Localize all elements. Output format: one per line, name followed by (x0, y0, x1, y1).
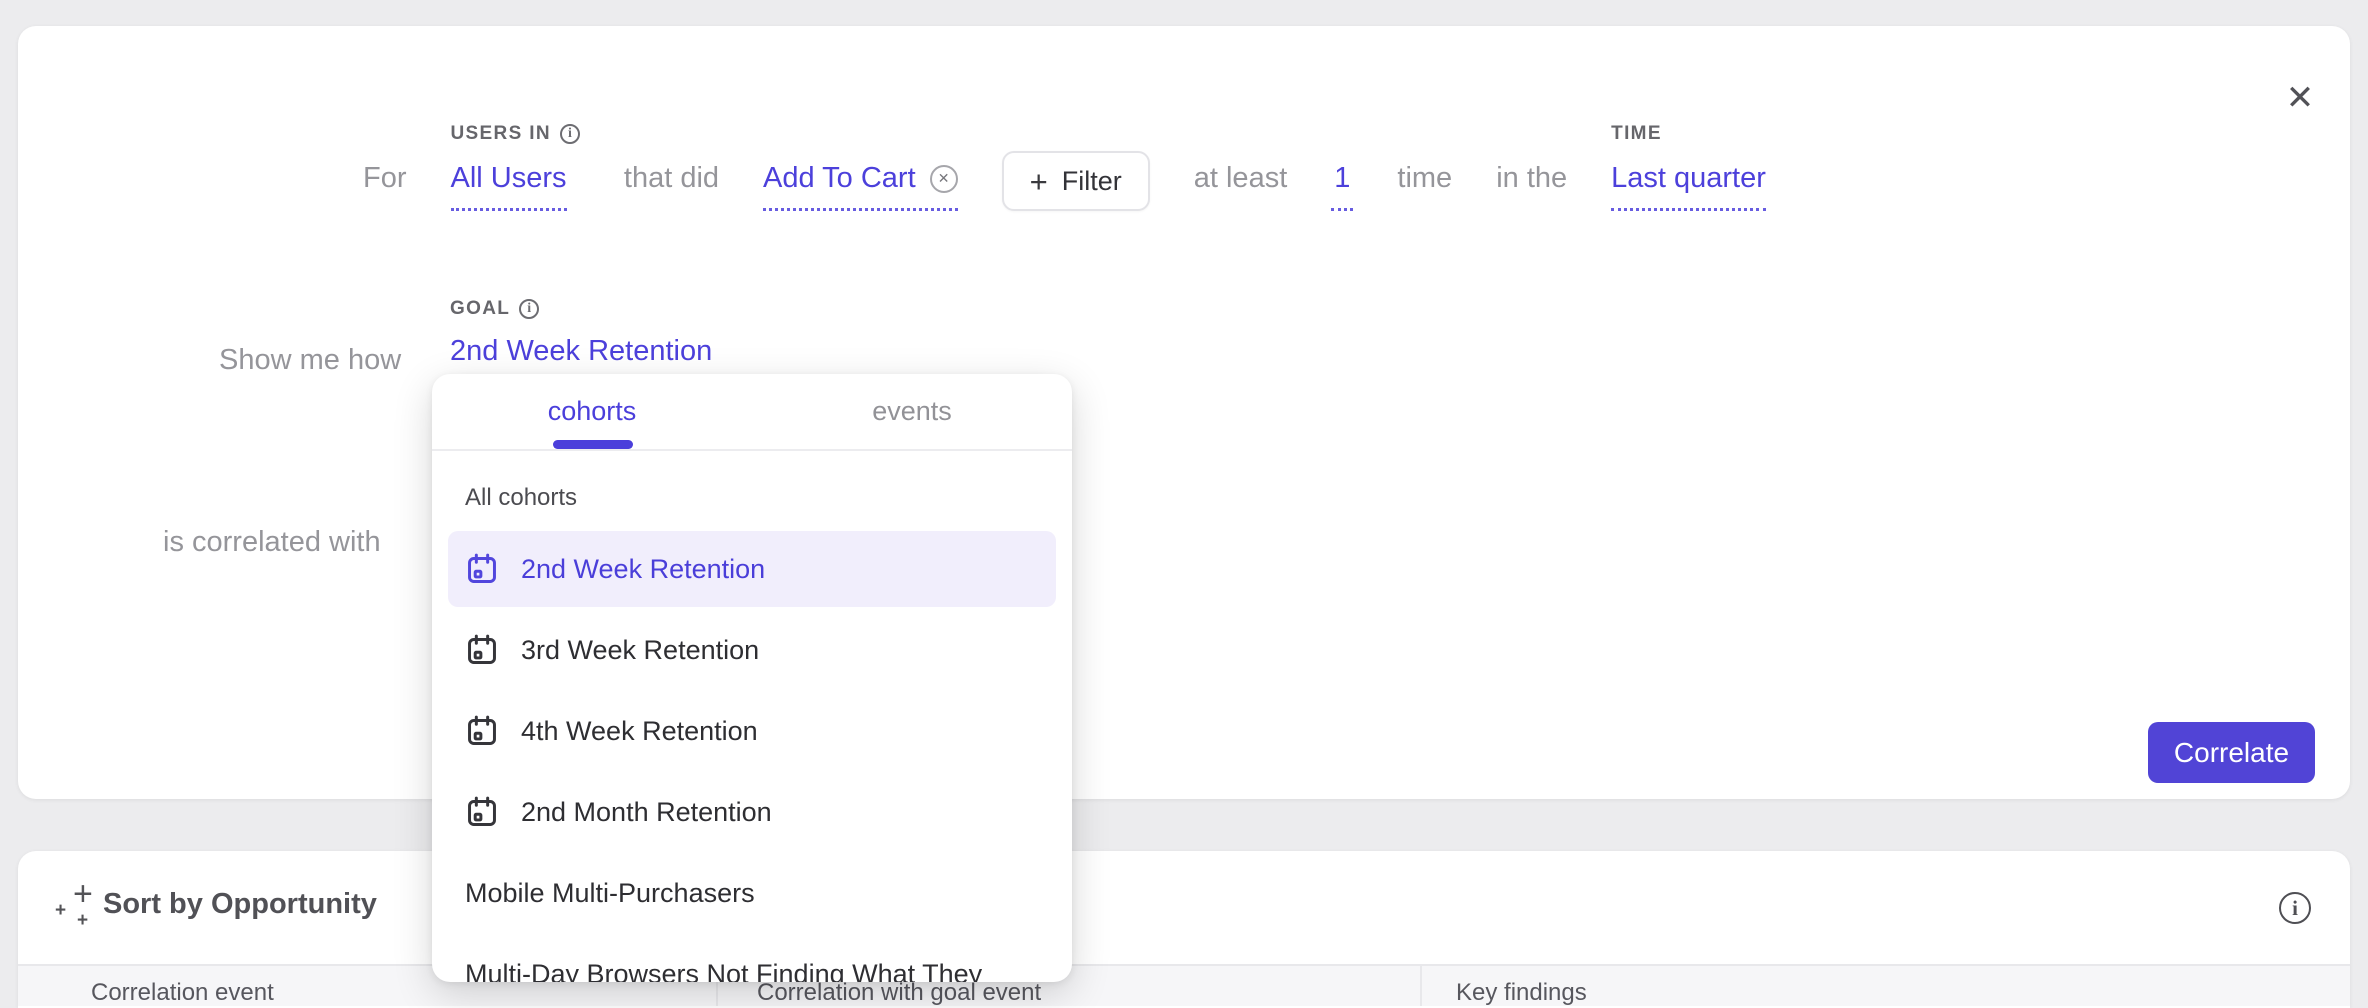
column-divider (1420, 966, 1422, 1006)
add-filter-button[interactable]: + Filter (1002, 151, 1150, 211)
column-header-correlation-event: Correlation event (91, 979, 274, 1007)
cohort-option-label: 4th Week Retention (521, 716, 758, 747)
calendar-icon (465, 552, 499, 586)
time-range-selector[interactable]: Last quarter (1611, 161, 1766, 211)
query-builder-card: ✕ For USERS IN i All Users that did Add … (18, 26, 2350, 799)
results-table-header: Correlation event Correlation with goal … (18, 966, 2350, 1006)
cohort-option[interactable]: 4th Week Retention (448, 693, 1056, 769)
for-text: For (363, 161, 407, 211)
segment-event: Add To Cart ✕ (763, 161, 958, 211)
event-selector[interactable]: Add To Cart ✕ (763, 161, 958, 211)
sparkle-sort-icon: + + + (55, 881, 103, 933)
calendar-icon (465, 714, 499, 748)
at-least-text: at least (1194, 161, 1288, 211)
segment-time-range: TIME Last quarter (1611, 121, 1766, 211)
goal-label-text: GOAL (450, 298, 510, 320)
time-label-text: TIME (1611, 123, 1662, 145)
correlate-screen: ✕ For USERS IN i All Users that did Add … (0, 0, 2368, 1008)
calendar-icon (465, 633, 499, 667)
times-count-selector[interactable]: 1 (1331, 161, 1353, 211)
sparkle-plus-left: + (55, 901, 66, 920)
dropdown-tabs: cohorts events (432, 374, 1072, 451)
remove-event-icon[interactable]: ✕ (930, 165, 958, 193)
cohort-option[interactable]: 2nd Week Retention (448, 531, 1056, 607)
active-tab-indicator (553, 440, 633, 449)
info-icon: i (2279, 892, 2311, 924)
in-the-text: in the (1496, 161, 1567, 211)
segment-for: For (363, 161, 407, 211)
plus-icon: + (1030, 166, 1048, 197)
time-label: TIME (1611, 121, 1662, 147)
calendar-icon (465, 795, 499, 829)
column-header-correlation-with-goal: Correlation with goal event (757, 979, 1041, 1007)
segment-audience: USERS IN i All Users (451, 121, 580, 211)
add-filter-label: Filter (1062, 166, 1122, 197)
close-icon: ✕ (2286, 78, 2315, 118)
segment-in-the: in the (1496, 161, 1567, 211)
cohort-option-label: 2nd Week Retention (521, 554, 765, 585)
segment-time-word: time (1397, 161, 1452, 211)
results-info-button[interactable]: i (2268, 881, 2322, 935)
cohort-option[interactable]: 2nd Month Retention (448, 774, 1056, 850)
info-icon[interactable]: i (560, 124, 580, 144)
sparkle-plus-bottom: + (77, 911, 88, 930)
cohort-option[interactable]: 3rd Week Retention (448, 612, 1056, 688)
tab-cohorts[interactable]: cohorts (432, 374, 752, 449)
sort-row: + + + Sort by Opportunity i (18, 851, 2350, 966)
cohort-option-label: Multi-Day Browsers Not Finding What They (465, 959, 982, 983)
info-icon[interactable]: i (519, 299, 539, 319)
tab-events[interactable]: events (752, 374, 1072, 449)
show-me-how-text: Show me how (219, 344, 401, 377)
cohort-picker-dropdown: cohorts events All cohorts 2nd Week Rete… (432, 374, 1072, 982)
cohort-list: 2nd Week Retention 3rd Week Retention 4th … (432, 531, 1072, 982)
is-correlated-with-text: is correlated with (163, 526, 381, 559)
segment-that-did: that did (624, 161, 719, 211)
sparkle-plus-big: + (73, 877, 93, 911)
column-header-key-findings: Key findings (1456, 979, 1587, 1007)
cohort-option-label: Mobile Multi-Purchasers (465, 878, 755, 909)
users-in-label: USERS IN i (451, 121, 580, 147)
cohort-option-label: 2nd Month Retention (521, 797, 772, 828)
segment-at-least: at least (1194, 161, 1288, 211)
cohort-option[interactable]: Multi-Day Browsers Not Finding What They (448, 936, 1056, 982)
cohort-option[interactable]: Mobile Multi-Purchasers (448, 855, 1056, 931)
time-word-text: time (1397, 161, 1452, 211)
segment-count: 1 (1331, 161, 1353, 211)
all-cohorts-section-label: All cohorts (465, 484, 1072, 512)
results-card: + + + Sort by Opportunity i Correlation … (18, 851, 2350, 1008)
sort-by-opportunity-label[interactable]: Sort by Opportunity (103, 888, 377, 921)
correlate-button[interactable]: Correlate (2148, 722, 2315, 783)
cohort-option-label: 3rd Week Retention (521, 635, 759, 666)
close-button[interactable]: ✕ (2272, 70, 2328, 126)
query-sentence: For USERS IN i All Users that did Add To… (363, 121, 1766, 211)
users-in-label-text: USERS IN (451, 123, 551, 145)
audience-selector[interactable]: All Users (451, 161, 567, 211)
event-selector-label: Add To Cart (763, 161, 916, 196)
goal-label: GOAL i (450, 298, 539, 320)
that-did-text: that did (624, 161, 719, 211)
